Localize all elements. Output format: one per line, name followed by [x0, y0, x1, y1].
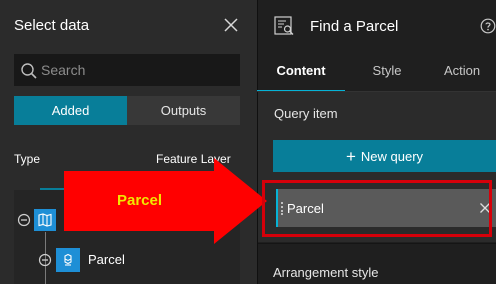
find-parcel-widget-icon: [274, 16, 294, 35]
help-icon[interactable]: [480, 18, 496, 34]
search-box: [14, 54, 240, 86]
collapse-icon[interactable]: [17, 213, 31, 227]
plus-icon: +: [345, 146, 356, 166]
search-input[interactable]: [41, 55, 236, 85]
outputs-button[interactable]: Outputs: [127, 96, 240, 125]
feature-layer-icon: [56, 248, 80, 272]
search-icon: [21, 63, 37, 79]
collapse-icon[interactable]: [38, 253, 52, 267]
annotation-arrow: [64, 158, 267, 244]
annotation-label: Parcel: [117, 192, 163, 209]
map-icon: [34, 209, 56, 231]
arrangement-style-heading[interactable]: Arrangement style: [273, 265, 379, 280]
tab-content[interactable]: Content: [257, 56, 345, 92]
panel-title: Select data: [14, 17, 90, 34]
close-icon[interactable]: [222, 16, 240, 34]
tree-item-parcel[interactable]: Parcel: [88, 252, 125, 267]
annotation-highlight-box: [262, 180, 492, 237]
tab-style[interactable]: Style: [349, 56, 425, 92]
added-button[interactable]: Added: [14, 96, 127, 125]
new-query-label: New query: [360, 148, 424, 164]
query-item-heading: Query item: [274, 106, 338, 121]
tab-action[interactable]: Action: [444, 56, 496, 92]
data-source-toggle: Added Outputs: [14, 96, 240, 125]
type-column-label: Type: [14, 152, 41, 166]
settings-tabs: Content Style Action: [257, 56, 496, 92]
widget-title: Find a Parcel: [310, 18, 399, 35]
new-query-button[interactable]: + New query: [273, 140, 496, 172]
section-divider: [258, 243, 496, 244]
